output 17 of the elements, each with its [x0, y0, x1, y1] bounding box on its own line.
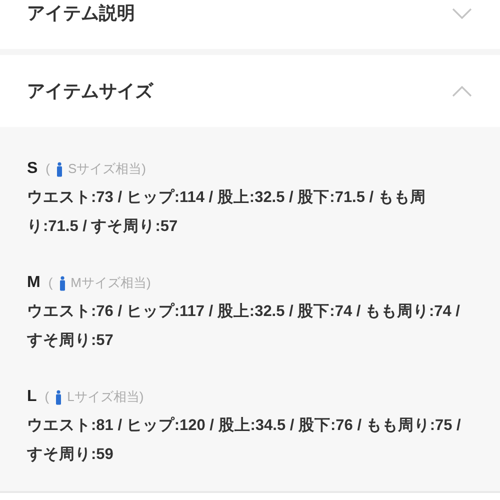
size-label: L — [27, 387, 37, 407]
size-note: Lサイズ相当) — [67, 388, 144, 406]
person-icon — [58, 276, 66, 290]
parenthesis: ( — [44, 388, 50, 406]
chevron-up-icon — [452, 86, 472, 96]
person-icon — [55, 390, 62, 404]
person-icon — [56, 162, 64, 176]
size-label: S — [27, 159, 38, 179]
measurements-text: ウエスト:76 / ヒップ:117 / 股上:32.5 / 股下:74 / もも周り:74 / すそ周り:57 — [27, 302, 461, 351]
measurements-text: ウエスト:81 / ヒップ:120 / 股上:34.5 / 股下:76 / もも周り:75 / すそ周り:59 — [27, 416, 462, 465]
size-label: M — [27, 273, 40, 293]
measurements-text: ウエスト:73 / ヒップ:114 / 股上:32.5 / 股下:71.5 / もも周り:71.5 / すそ周り:57 — [27, 188, 427, 237]
chevron-down-icon — [452, 8, 472, 18]
size-note: Sサイズ相当) — [68, 160, 146, 178]
parenthesis: ( — [46, 160, 50, 178]
size-note: Mサイズ相当) — [70, 274, 151, 292]
parenthesis: ( — [48, 274, 53, 292]
